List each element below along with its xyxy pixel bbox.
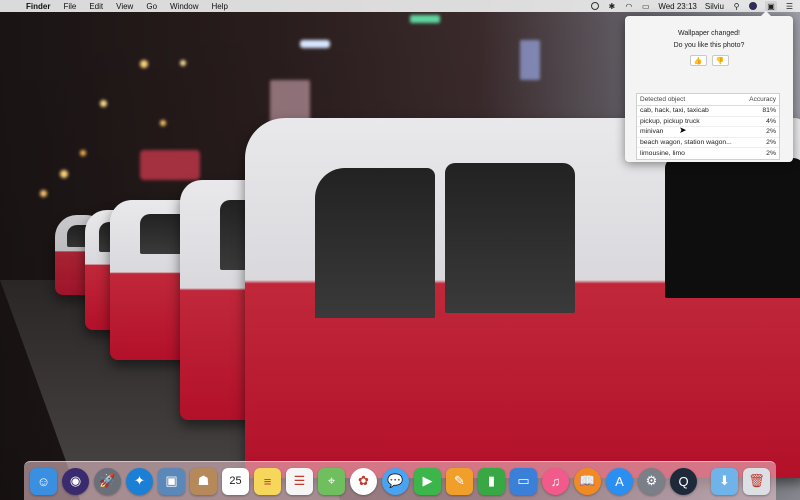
menu-go[interactable]: Go (146, 2, 157, 11)
menu-app-name[interactable]: Finder (26, 2, 50, 11)
menu-help[interactable]: Help (211, 2, 227, 11)
safari-icon[interactable]: ✦ (126, 467, 153, 495)
quicktime-icon[interactable]: Q (670, 467, 697, 495)
user-menu[interactable]: Silviu (705, 2, 724, 11)
table-row[interactable]: cab, hack, taxi, taxicab 81% (637, 106, 779, 117)
itunes-icon[interactable]: ♫ (542, 467, 569, 495)
popover-title: Wallpaper changed! (677, 30, 740, 37)
contacts-icon[interactable]: ☗ (190, 467, 217, 495)
wallpaper-popover: Wallpaper changed! Do you like this phot… (625, 11, 793, 162)
downloads-folder-icon[interactable]: ⬇ (711, 467, 738, 495)
pages-icon[interactable]: ✎ (446, 467, 473, 495)
battery-icon[interactable]: ▭ (641, 2, 650, 11)
preview-icon[interactable]: ▣ (158, 467, 185, 495)
accuracy-value: 2% (766, 138, 776, 146)
detection-results-table: Detected object Accuracy cab, hack, taxi… (636, 93, 780, 160)
system-preferences-icon[interactable]: ⚙ (638, 467, 665, 495)
menu-bar: Finder File Edit View Go Window Help ✱ ◠… (0, 0, 800, 12)
accuracy-value: 4% (766, 117, 776, 125)
column-header-accuracy[interactable]: Accuracy (749, 96, 776, 103)
light-bokeh (60, 170, 68, 178)
column-header-object[interactable]: Detected object (640, 96, 685, 103)
facetime-icon[interactable]: ▶ (414, 467, 441, 495)
table-header: Detected object Accuracy (637, 94, 779, 106)
time-machine-icon[interactable] (591, 2, 600, 10)
detected-object: minivan (640, 128, 664, 136)
status-menus: ✱ ◠ ▭ Wed 23:13 Silviu ⚲ ▣ ☰ (591, 1, 794, 11)
light-bokeh (100, 100, 107, 107)
detected-object: cab, hack, taxi, taxicab (640, 107, 709, 115)
neon-sign (520, 40, 540, 80)
detected-object: beach wagon, station wagon... (640, 138, 732, 146)
notification-center-icon[interactable]: ☰ (785, 2, 794, 11)
menu-window[interactable]: Window (170, 2, 198, 11)
accuracy-value: 2% (766, 149, 776, 157)
messages-icon[interactable]: 💬 (382, 467, 409, 495)
table-row[interactable]: limousine, limo 2% (637, 148, 779, 159)
light-bokeh (180, 60, 186, 66)
maps-icon[interactable]: ⌖ (318, 467, 345, 495)
dock: ☺ ◉ 🚀 ✦ ▣ ☗ 25 ≡ ☰ ⌖ ✿ 💬 ▶ ✎ ▮ ▭ ♫ 📖 A ⚙ Q ⬇ 🗑 (24, 461, 776, 500)
detected-object: limousine, limo (640, 149, 685, 157)
accuracy-value: 2% (766, 128, 776, 136)
spotlight-search-icon[interactable]: ⚲ (732, 2, 741, 11)
ibooks-icon[interactable]: 📖 (574, 467, 601, 495)
table-row[interactable]: beach wagon, station wagon... 2% (637, 138, 779, 148)
neon-sign (300, 40, 330, 48)
light-bokeh (140, 60, 148, 68)
table-row[interactable]: pickup, pickup truck 4% (637, 117, 779, 127)
menu-view[interactable]: View (116, 2, 133, 11)
mouse-cursor-icon: ➤ (679, 125, 687, 135)
neon-sign (410, 15, 440, 23)
keynote-icon[interactable]: ▭ (510, 467, 537, 495)
siri-menu-icon[interactable] (749, 2, 757, 10)
siri-icon[interactable]: ◉ (62, 467, 89, 495)
taxi-main (245, 118, 800, 478)
menu-file[interactable]: File (63, 2, 76, 11)
detected-object: pickup, pickup truck (640, 117, 700, 125)
reminders-icon[interactable]: ☰ (286, 467, 313, 495)
clock[interactable]: Wed 23:13 (658, 2, 697, 11)
thumbs-up-icon: 👍 (693, 57, 703, 65)
popover-question: Do you like this photo? (673, 42, 745, 49)
numbers-icon[interactable]: ▮ (478, 467, 505, 495)
photos-icon[interactable]: ✿ (350, 467, 377, 495)
wifi-icon[interactable]: ◠ (624, 2, 633, 11)
thumbs-down-icon: 👎 (715, 57, 725, 65)
table-row[interactable]: minivan 2% (637, 127, 779, 138)
wallpaper-app-menu-icon[interactable]: ▣ (765, 1, 777, 11)
bluetooth-icon[interactable]: ✱ (607, 2, 616, 11)
calendar-icon[interactable]: 25 (222, 467, 249, 495)
notes-icon[interactable]: ≡ (254, 467, 281, 495)
feedback-buttons: 👍 👎 (625, 55, 793, 66)
trash-icon[interactable]: 🗑 (743, 467, 770, 495)
light-bokeh (40, 190, 47, 197)
light-bokeh (160, 120, 166, 126)
dislike-button[interactable]: 👎 (711, 55, 729, 66)
app-store-icon[interactable]: A (606, 467, 633, 495)
menu-edit[interactable]: Edit (89, 2, 103, 11)
like-button[interactable]: 👍 (689, 55, 707, 66)
finder-icon[interactable]: ☺ (30, 467, 57, 495)
accuracy-value: 81% (762, 107, 776, 115)
bus-light (140, 150, 200, 180)
launchpad-icon[interactable]: 🚀 (94, 467, 121, 495)
light-bokeh (80, 150, 86, 156)
